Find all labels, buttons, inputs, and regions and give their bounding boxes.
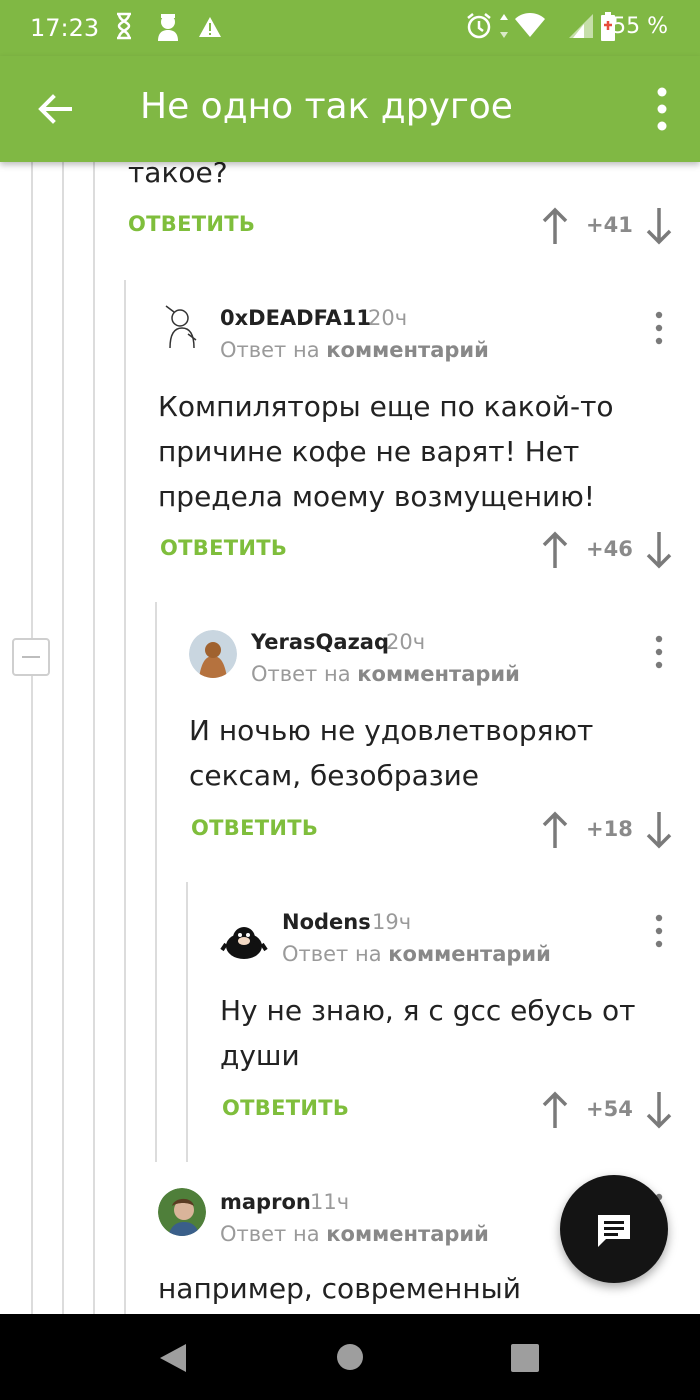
reply-to-link[interactable]: комментарий	[326, 1222, 489, 1246]
comment-text: такое?	[128, 162, 228, 189]
comment-text: И ночью не удовлетворяют сексам, безобра…	[189, 714, 594, 792]
comment-time: 20ч	[386, 630, 426, 654]
rating: +18	[586, 817, 633, 841]
comment-text: Ну не знаю, я с gcc ебусь от души	[220, 994, 636, 1072]
reply-to-link[interactable]: комментарий	[388, 942, 551, 966]
thread-line	[62, 162, 64, 1314]
reply-to-line: Ответ на комментарий	[251, 662, 520, 686]
nav-home-icon[interactable]	[336, 1342, 364, 1372]
write-comment-button[interactable]	[560, 1175, 668, 1283]
reply-to-link[interactable]: комментарий	[326, 338, 489, 362]
upvote-icon[interactable]	[540, 530, 570, 570]
comment-time: 20ч	[368, 306, 408, 330]
system-nav-bar	[0, 1314, 700, 1400]
battery-percent: 55 %	[612, 14, 668, 39]
status-bar: 17:23 55 %	[0, 0, 700, 56]
comment-author[interactable]: YerasQazaq	[251, 630, 389, 654]
data-arrows-icon	[500, 14, 508, 38]
downvote-icon[interactable]	[644, 530, 674, 570]
reply-button[interactable]: ОТВЕТИТЬ	[160, 536, 287, 560]
upvote-icon[interactable]	[540, 1090, 570, 1130]
upvote-icon[interactable]	[540, 810, 570, 850]
collapse-thread-button[interactable]	[12, 638, 50, 676]
rating: +54	[586, 1097, 633, 1121]
reply-to-line: Ответ на комментарий	[282, 942, 551, 966]
avatar[interactable]	[189, 630, 237, 678]
avatar[interactable]	[220, 916, 268, 964]
comment-icon	[598, 1215, 630, 1247]
thread-line	[124, 280, 126, 1314]
reply-to-prefix: Ответ на	[282, 942, 382, 966]
thread-line	[31, 162, 33, 638]
downvote-icon[interactable]	[644, 1090, 674, 1130]
app-bar: Не одно так другое	[0, 56, 700, 162]
nav-recents-icon[interactable]	[510, 1344, 540, 1372]
alarm-icon	[467, 13, 491, 39]
comment-more-icon[interactable]	[647, 310, 671, 346]
thread-line	[31, 676, 33, 1314]
reply-button[interactable]: ОТВЕТИТЬ	[128, 212, 255, 236]
status-time: 17:23	[30, 14, 100, 42]
vote-widget: +41	[540, 206, 680, 246]
comment-author[interactable]: Nodens	[282, 910, 371, 934]
thread-line	[93, 162, 95, 1314]
comment-more-icon[interactable]	[647, 634, 671, 670]
page-title: Не одно так другое	[140, 86, 513, 127]
reply-button[interactable]: ОТВЕТИТЬ	[222, 1096, 349, 1120]
rating: +41	[586, 213, 633, 237]
warning-icon	[199, 17, 221, 37]
arrow-back-icon[interactable]	[30, 84, 80, 134]
comment-text: например, современный	[158, 1272, 521, 1305]
avatar[interactable]	[158, 1188, 206, 1236]
comments-thread: такое? ОТВЕТИТЬ +41 0xDEADFA11 20ч Ответ…	[0, 162, 700, 1314]
face-icon	[158, 14, 178, 41]
comment-author[interactable]: mapron	[220, 1190, 311, 1214]
vote-widget: +46	[540, 530, 680, 570]
upvote-icon[interactable]	[540, 206, 570, 246]
hourglass-icon	[117, 12, 131, 40]
vote-widget: +54	[540, 1090, 680, 1130]
thread-line	[186, 882, 188, 1162]
reply-to-link[interactable]: комментарий	[357, 662, 520, 686]
comment-author[interactable]: 0xDEADFA11	[220, 306, 371, 330]
signal-icon	[569, 14, 593, 38]
reply-to-prefix: Ответ на	[220, 338, 320, 362]
avatar[interactable]	[158, 304, 206, 352]
comment-more-icon[interactable]	[647, 913, 671, 949]
downvote-icon[interactable]	[644, 206, 674, 246]
reply-to-line: Ответ на комментарий	[220, 338, 489, 362]
comment-time: 19ч	[372, 910, 412, 934]
thread-line	[155, 602, 157, 1162]
vote-widget: +18	[540, 810, 680, 850]
comment-time: 11ч	[310, 1190, 350, 1214]
reply-to-prefix: Ответ на	[220, 1222, 320, 1246]
wifi-icon	[515, 13, 545, 37]
reply-button[interactable]: ОТВЕТИТЬ	[191, 816, 318, 840]
reply-to-prefix: Ответ на	[251, 662, 351, 686]
nav-back-icon[interactable]	[158, 1342, 188, 1374]
downvote-icon[interactable]	[644, 810, 674, 850]
reply-to-line: Ответ на комментарий	[220, 1222, 489, 1246]
rating: +46	[586, 537, 633, 561]
comment-text: Компиляторы еще по какой-то причине кофе…	[158, 390, 614, 513]
more-vert-icon[interactable]	[650, 86, 674, 132]
